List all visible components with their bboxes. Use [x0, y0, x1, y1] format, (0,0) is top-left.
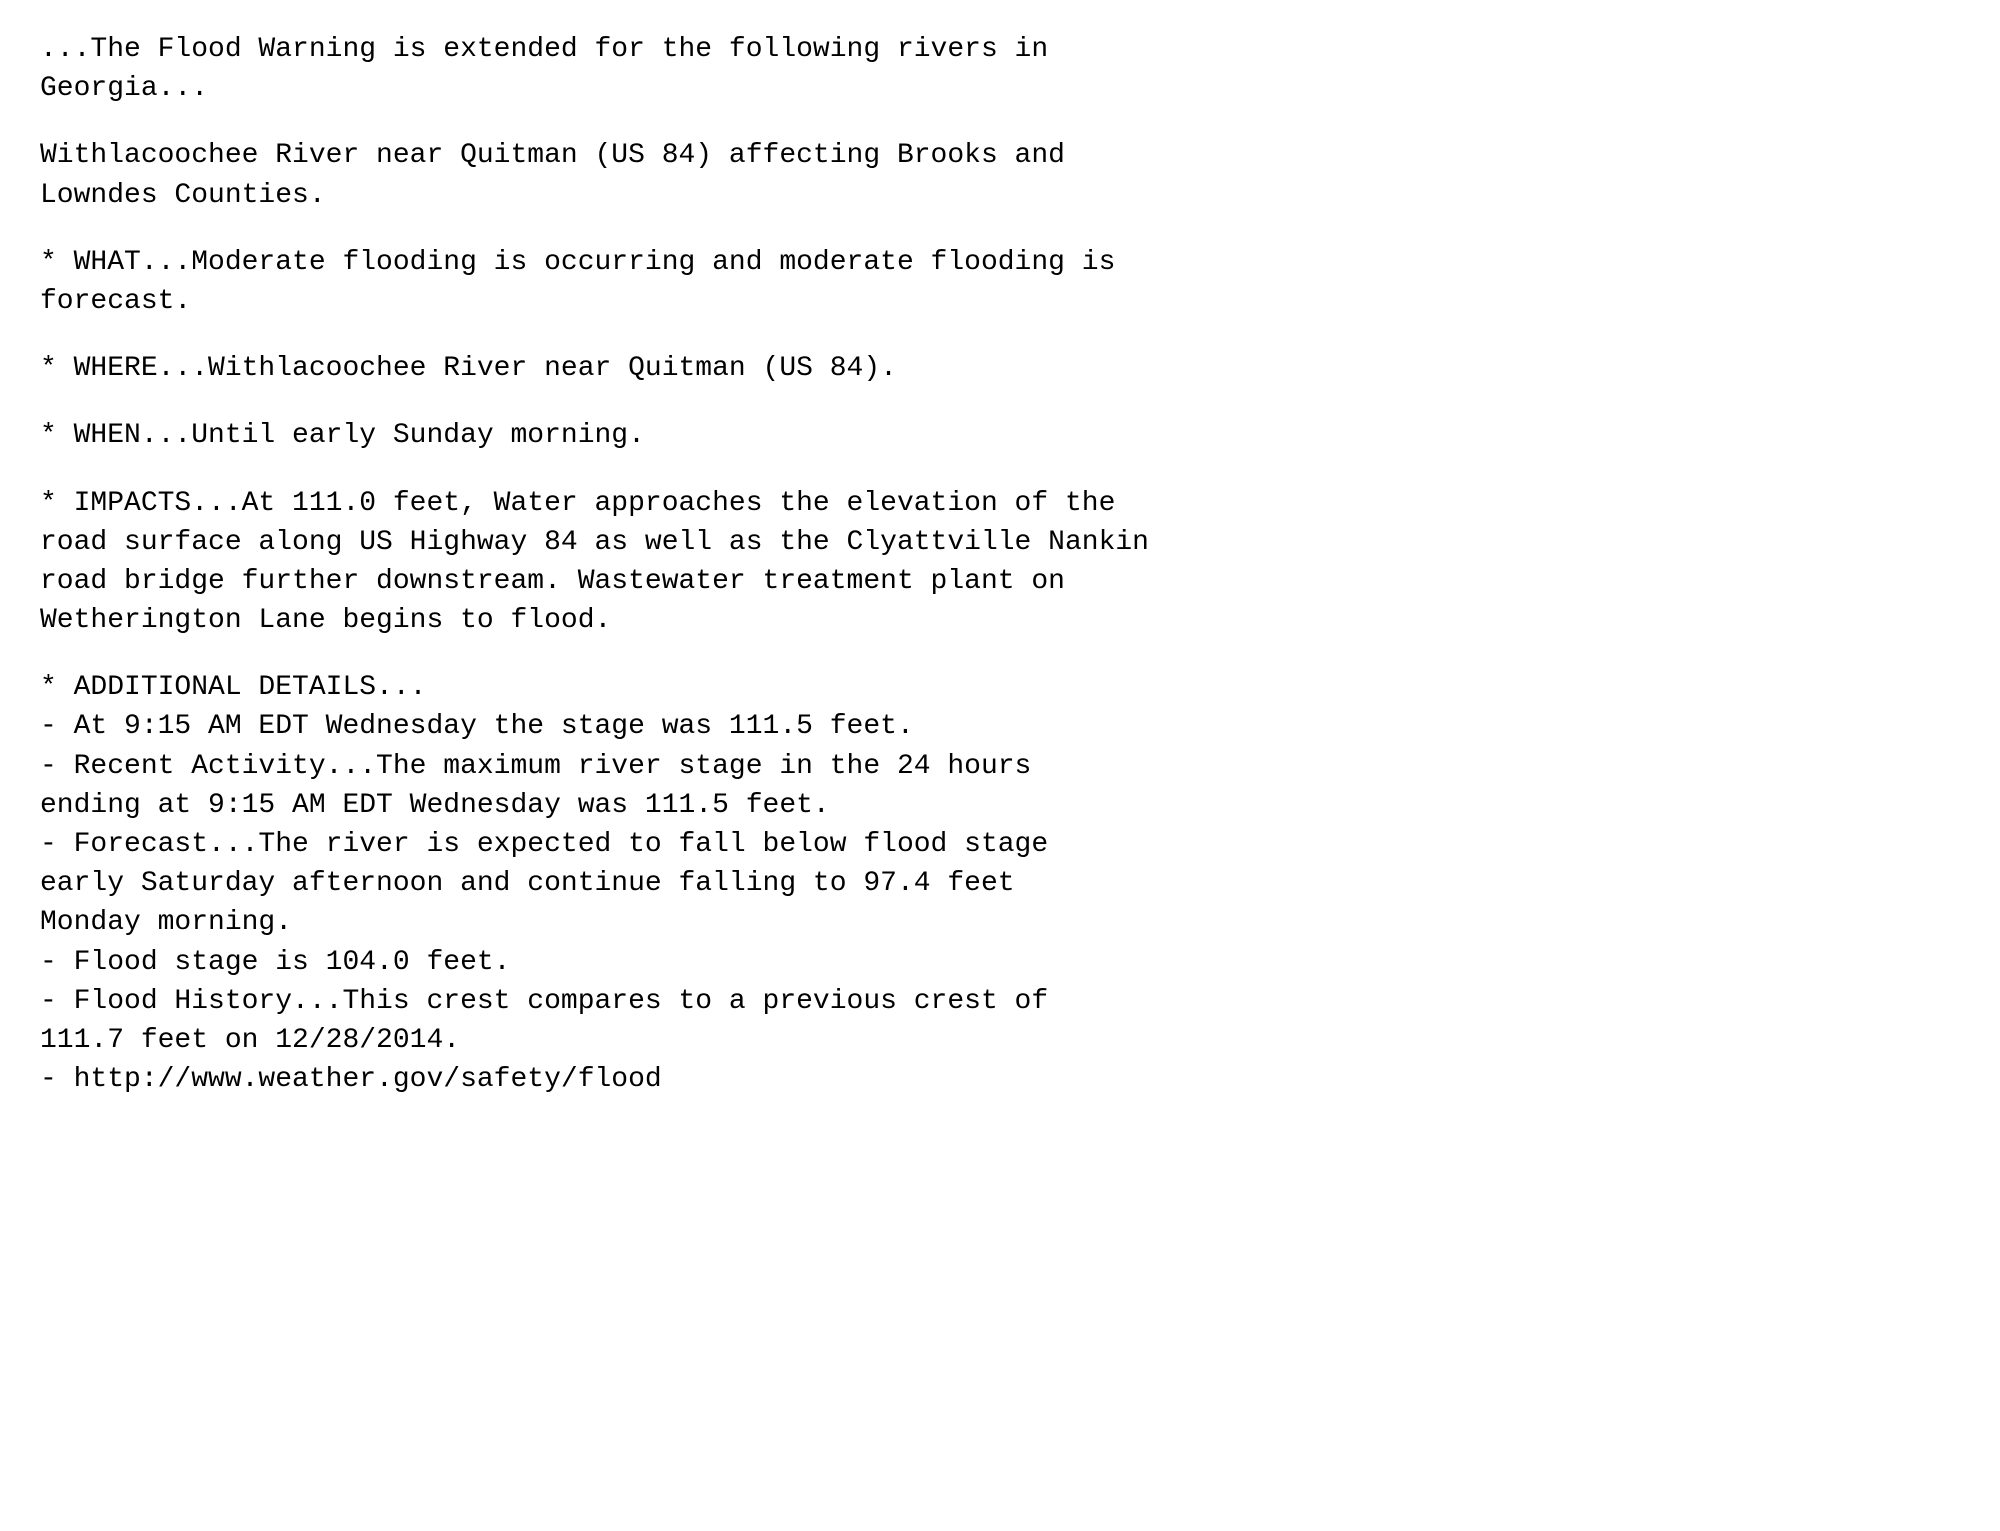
where-text: * WHERE...Withlacoochee River near Quitm… [40, 353, 897, 384]
when-paragraph: * WHEN...Until early Sunday morning. [40, 416, 1960, 455]
where-paragraph: * WHERE...Withlacoochee River near Quitm… [40, 349, 1960, 388]
detail4: - Flood stage is 104.0 feet. [40, 943, 1960, 982]
location-text: Withlacoochee River near Quitman (US 84)… [40, 140, 1065, 210]
detail1: - At 9:15 AM EDT Wednesday the stage was… [40, 707, 1960, 746]
additional-header: * ADDITIONAL DETAILS... [40, 668, 1960, 707]
intro-paragraph: ...The Flood Warning is extended for the… [40, 30, 1960, 108]
additional-details-paragraph: * ADDITIONAL DETAILS... - At 9:15 AM EDT… [40, 668, 1960, 1099]
intro-text: ...The Flood Warning is extended for the… [40, 34, 1048, 104]
what-paragraph: * WHAT...Moderate flooding is occurring … [40, 243, 1960, 321]
detail2: - Recent Activity...The maximum river st… [40, 747, 1960, 825]
main-content: ...The Flood Warning is extended for the… [40, 30, 1960, 1099]
detail6: - http://www.weather.gov/safety/flood [40, 1060, 1960, 1099]
detail5: - Flood History...This crest compares to… [40, 982, 1960, 1060]
detail3: - Forecast...The river is expected to fa… [40, 825, 1960, 943]
when-text: * WHEN...Until early Sunday morning. [40, 420, 645, 451]
what-text: * WHAT...Moderate flooding is occurring … [40, 247, 1115, 317]
location-paragraph: Withlacoochee River near Quitman (US 84)… [40, 136, 1960, 214]
impacts-text: * IMPACTS...At 111.0 feet, Water approac… [40, 488, 1149, 637]
impacts-paragraph: * IMPACTS...At 111.0 feet, Water approac… [40, 484, 1960, 641]
